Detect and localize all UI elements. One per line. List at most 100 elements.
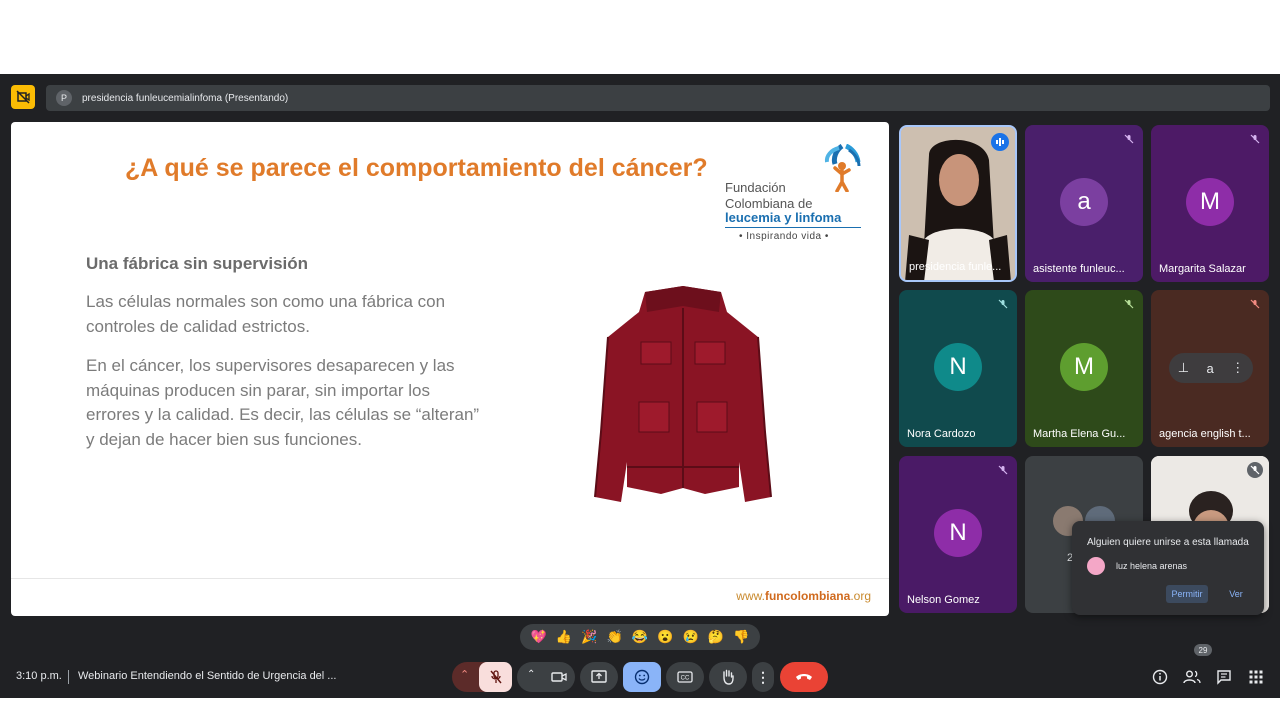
activities-button[interactable] [1247,668,1265,686]
participant-tile[interactable]: a asistente funleuc... [1025,125,1143,282]
apps-grid-icon [1249,670,1263,684]
participant-name: Martha Elena Gu... [1033,428,1126,440]
participant-name: Margarita Salazar [1159,263,1246,275]
mic-off-icon [1247,296,1263,312]
camera-off-icon [16,90,30,104]
raise-hand-button[interactable] [709,662,747,692]
participant-name: Nelson Gomez [907,594,980,606]
meeting-details-button[interactable] [1151,668,1169,686]
participant-tile[interactable]: N Nelson Gomez [899,456,1017,613]
mic-off-icon [995,296,1011,312]
info-icon [1152,669,1168,685]
reaction-party[interactable]: 🎉 [581,629,597,645]
reaction-heart[interactable]: 💖 [531,629,547,645]
present-button[interactable] [580,662,618,692]
presenter-bar[interactable]: P presidencia funleucemialinfoma (Presen… [46,85,1270,111]
audio-wave-icon [996,138,1004,146]
allow-button[interactable]: Permitir [1166,585,1208,603]
reaction-laugh[interactable]: 😂 [632,629,648,645]
logo-line-3: leucemia y linfoma [725,210,842,225]
avatar: a [1060,178,1108,226]
requester-name: luz helena arenas [1116,561,1188,571]
slide-paragraph-1: Las células normales son como una fábric… [86,292,446,336]
presenter-label: presidencia funleucemialinfoma (Presenta… [82,92,289,104]
mic-off-icon [995,462,1011,478]
camera-control-group: ⌃ [517,662,575,692]
speaking-indicator [991,133,1009,151]
mic-off-icon [1121,131,1137,147]
participant-name: asistente funleuc... [1033,263,1125,275]
reactions-bar: 💖 👍 🎉 👏 😂 😮 😢 🤔 👎 [520,624,760,650]
people-button[interactable] [1183,668,1201,686]
closed-captions-icon: CC [677,671,693,683]
join-request-popup: Alguien quiere unirse a esta llamada luz… [1072,521,1264,615]
toolbar-divider [68,670,69,684]
participant-name: Nora Cardozo [907,428,976,440]
avatar: N [934,509,982,557]
logo-tagline: • Inspirando vida • [739,231,829,242]
slide-paragraph-2: En el cáncer, los supervisores desaparec… [86,356,480,449]
logo-divider [725,227,861,228]
logo-line-1: Fundación [725,180,786,195]
tile-hover-controls: ⊥ a ⋮ [1169,353,1253,383]
chat-button[interactable] [1215,668,1233,686]
bottom-toolbar: 3:10 p.m. Webinario Entendiendo el Senti… [0,644,1280,698]
reaction-thinking[interactable]: 🤔 [708,629,724,645]
slide-url-prefix: www. [736,589,765,603]
logo-line-2: Colombiana de [725,196,813,211]
reaction-thumbs-up[interactable]: 👍 [556,629,572,645]
mic-options-chevron-icon[interactable]: ⌃ [460,668,469,681]
camera-icon[interactable] [551,670,567,684]
slide-footer-divider [11,578,889,579]
leave-call-button[interactable] [780,662,828,692]
svg-text:CC: CC [681,676,690,682]
more-options-button[interactable]: ⋮ [752,662,774,692]
slide-subheading: Una fábrica sin supervisión [86,254,309,273]
reaction-sad[interactable]: 😢 [683,629,699,645]
hang-up-icon [796,674,812,680]
participant-tile-presenter[interactable]: presidencia funle... [899,125,1017,282]
emoji-smile-icon [634,669,650,685]
chat-icon [1217,670,1231,685]
captions-button[interactable]: CC [666,662,704,692]
slide-url-suffix: .org [850,589,871,603]
participant-tile-hovered[interactable]: ⊥ a ⋮ agencia english t... [1151,290,1269,447]
reaction-thumbs-down[interactable]: 👎 [733,629,749,645]
view-button[interactable]: Ver [1222,585,1250,603]
avatar: a [1206,360,1214,376]
reactions-button[interactable] [623,662,661,692]
participant-tile[interactable]: N Nora Cardozo [899,290,1017,447]
participant-tile[interactable]: M Margarita Salazar [1151,125,1269,282]
participant-tile[interactable]: M Martha Elena Gu... [1025,290,1143,447]
top-bar: P presidencia funleucemialinfoma (Presen… [0,74,1280,120]
people-icon [1183,670,1201,684]
slide-url: www.funcolombiana.org [736,589,871,603]
camera-options-chevron-icon[interactable]: ⌃ [527,669,535,680]
mic-off-icon [1247,131,1263,147]
slide-url-domain: funcolombiana [764,589,851,603]
avatar: M [1060,343,1108,391]
more-options-icon[interactable]: ⋮ [1231,360,1244,376]
participant-name: agencia english t... [1159,428,1251,440]
reaction-surprised[interactable]: 😮 [657,629,673,645]
camera-off-indicator[interactable] [11,85,35,109]
mic-off-icon [489,670,502,684]
meeting-title: Webinario Entendiendo el Sentido de Urge… [78,670,337,682]
mic-off-icon [1121,296,1137,312]
avatar: M [1186,178,1234,226]
requester-avatar [1087,557,1105,575]
raise-hand-icon [723,669,734,685]
mic-control-group: ⌃ [452,662,512,692]
reaction-clap[interactable]: 👏 [607,629,623,645]
more-vert-icon: ⋮ [756,668,770,685]
foundation-logo: Fundación Colombiana de leucemia y linfo… [725,144,875,244]
slide-title: ¿A qué se parece el comportamiento del c… [125,154,708,182]
join-request-title: Alguien quiere unirse a esta llamada [1087,537,1249,548]
foundation-logo-mark [824,144,861,192]
red-jacket-image [594,286,772,502]
participant-name: presidencia funle... [909,261,1002,273]
pin-icon[interactable]: ⊥ [1178,360,1189,376]
mic-toggle-button[interactable] [479,662,512,692]
presenter-avatar: P [56,90,72,106]
present-screen-icon [591,670,607,683]
